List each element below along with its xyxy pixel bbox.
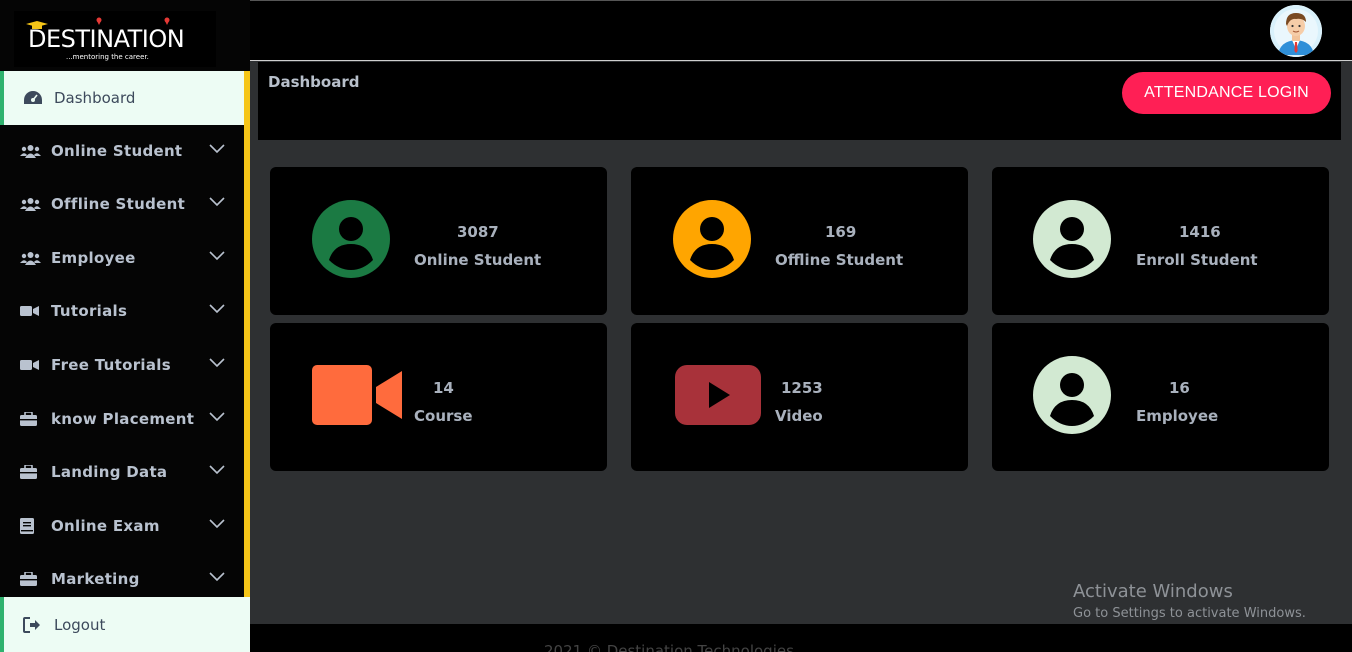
user-circle-icon — [1033, 200, 1111, 278]
stat-label: Enroll Student — [1136, 251, 1258, 269]
sidebar-item-label: Employee — [51, 249, 136, 267]
sidebar-item-online-exam[interactable]: Online Exam — [0, 499, 244, 553]
chevron-down-icon — [209, 465, 225, 475]
sidebar-item-label: Online Student — [51, 142, 183, 160]
user-circle-icon — [312, 200, 390, 278]
footer-copyright: 2021 © Destination Technologies — [544, 642, 794, 652]
brand-name: DESTINATION — [28, 25, 185, 53]
stat-count: 14 — [433, 379, 454, 397]
sidebar-item-label: Dashboard — [54, 89, 136, 107]
watermark-title: Activate Windows — [1073, 581, 1233, 602]
page-header: Dashboard ATTENDANCE LOGIN — [258, 62, 1341, 140]
sidebar-item-label: Tutorials — [51, 302, 128, 320]
attendance-login-button[interactable]: ATTENDANCE LOGIN — [1122, 72, 1331, 114]
chevron-down-icon — [209, 519, 225, 529]
sidebar-scrollbar[interactable] — [244, 71, 250, 597]
logout-button[interactable]: Logout — [0, 597, 250, 652]
chevron-down-icon — [209, 358, 225, 368]
stat-card-video[interactable]: 1253 Video — [631, 323, 968, 471]
sign-out-icon — [23, 616, 40, 633]
watermark-subtitle: Go to Settings to activate Windows. — [1073, 606, 1306, 621]
sidebar-item-tutorials[interactable]: Tutorials — [0, 284, 244, 338]
user-avatar-icon — [1270, 5, 1322, 57]
sidebar-item-label: Marketing — [51, 570, 140, 588]
page-title: Dashboard — [268, 73, 360, 91]
sidebar-item-landing-data[interactable]: Landing Data — [0, 445, 244, 499]
map-pin-icon — [96, 17, 102, 25]
stat-card-course[interactable]: 14 Course — [270, 323, 607, 471]
users-icon — [20, 143, 42, 159]
stat-count: 1416 — [1179, 223, 1221, 241]
chevron-down-icon — [209, 251, 225, 261]
brand-tagline: ...mentoring the career. — [66, 53, 149, 61]
user-circle-icon — [1033, 356, 1111, 434]
chevron-down-icon — [209, 144, 225, 154]
sidebar-item-label: Free Tutorials — [51, 356, 171, 374]
sidebar-item-free-tutorials[interactable]: Free Tutorials — [0, 338, 244, 392]
sidebar-item-label: Offline Student — [51, 195, 186, 213]
chevron-down-icon — [209, 197, 225, 207]
stat-card-online-student[interactable]: 3087 Online Student — [270, 167, 607, 315]
stat-label: Course — [414, 407, 473, 425]
youtube-icon — [675, 365, 761, 425]
gauge-icon — [24, 91, 42, 104]
video-icon — [20, 357, 42, 373]
sidebar-item-label: know Placement — [51, 410, 195, 428]
chevron-down-icon — [209, 412, 225, 422]
book-icon — [20, 518, 42, 534]
brand-logo[interactable]: DESTINATION ...mentoring the career. — [14, 11, 216, 67]
briefcase-icon — [20, 464, 42, 480]
activate-windows-watermark: Activate Windows Go to Settings to activ… — [1073, 581, 1306, 621]
briefcase-icon — [20, 571, 42, 587]
briefcase-icon — [20, 411, 42, 427]
stat-count: 16 — [1169, 379, 1190, 397]
sidebar-item-offline-student[interactable]: Offline Student — [0, 177, 244, 231]
video-icon — [20, 303, 42, 319]
logout-label: Logout — [54, 615, 106, 634]
stat-label: Online Student — [414, 251, 542, 269]
sidebar-item-label: Landing Data — [51, 463, 168, 481]
sidebar-item-employee[interactable]: Employee — [0, 231, 244, 285]
users-icon — [20, 250, 42, 266]
stat-label: Video — [775, 407, 823, 425]
stat-label: Offline Student — [775, 251, 904, 269]
stat-count: 169 — [825, 223, 857, 241]
stat-label: Employee — [1136, 407, 1219, 425]
footer: 2021 © Destination Technologies — [250, 624, 1352, 652]
video-camera-icon — [312, 365, 402, 425]
stat-card-offline-student[interactable]: 169 Offline Student — [631, 167, 968, 315]
user-avatar[interactable] — [1270, 5, 1322, 57]
chevron-down-icon — [209, 304, 225, 314]
chevron-down-icon — [209, 572, 225, 582]
sidebar-item-know-placement[interactable]: know Placement — [0, 392, 244, 446]
users-icon — [20, 196, 42, 212]
stat-count: 3087 — [457, 223, 499, 241]
top-bar — [250, 0, 1352, 61]
stat-card-employee[interactable]: 16 Employee — [992, 323, 1329, 471]
user-circle-icon — [673, 200, 751, 278]
sidebar-item-online-student[interactable]: Online Student — [0, 124, 244, 178]
stat-card-enroll-student[interactable]: 1416 Enroll Student — [992, 167, 1329, 315]
sidebar-item-label: Online Exam — [51, 517, 160, 535]
sidebar-item-dashboard[interactable]: Dashboard — [0, 71, 244, 125]
stat-count: 1253 — [781, 379, 823, 397]
sidebar: DESTINATION ...mentoring the career. Das… — [0, 0, 250, 652]
map-pin-icon — [164, 17, 170, 25]
